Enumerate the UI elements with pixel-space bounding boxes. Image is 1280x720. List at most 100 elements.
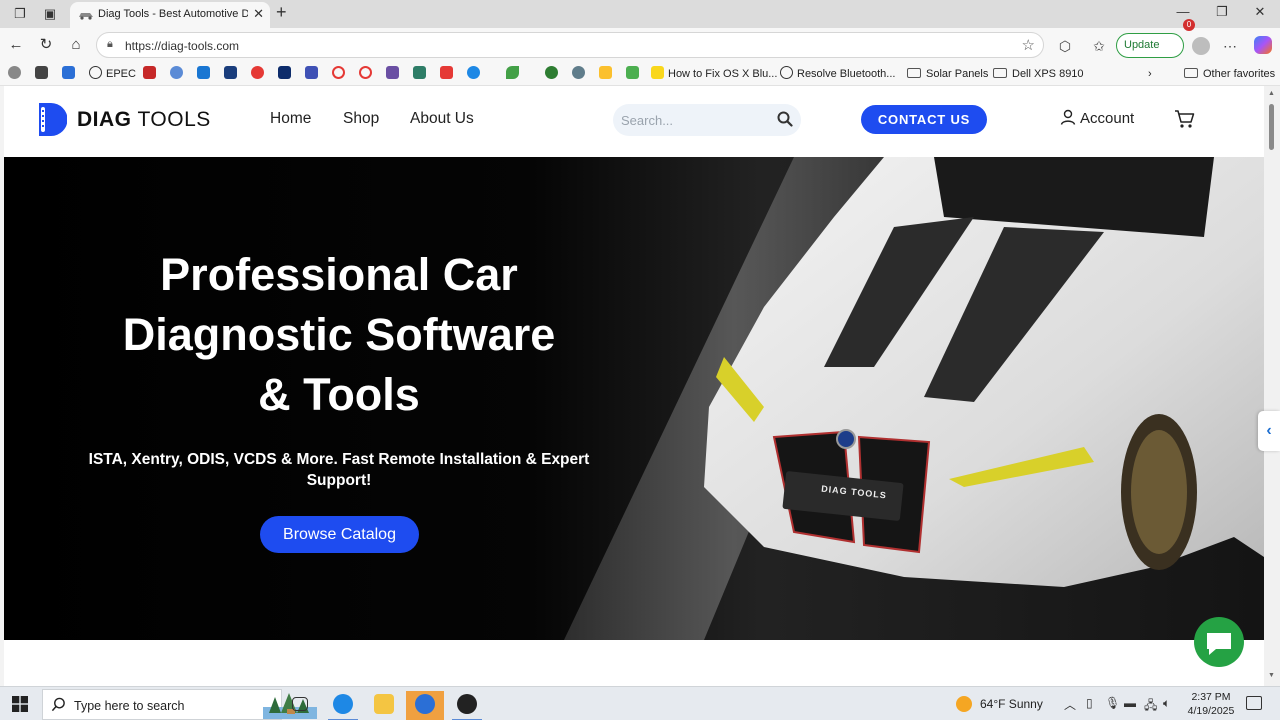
fav-apple[interactable] bbox=[8, 66, 25, 82]
fav-e[interactable] bbox=[440, 66, 457, 82]
fav-tool[interactable] bbox=[35, 66, 52, 82]
site-icon bbox=[224, 66, 237, 79]
minimize-icon[interactable]: — bbox=[1173, 4, 1193, 19]
hero-title-line-1: Professional Car bbox=[160, 249, 518, 300]
back-arrow-icon[interactable]: ← bbox=[6, 36, 26, 54]
cart-icon[interactable] bbox=[1174, 108, 1196, 130]
maximize-icon[interactable]: ❐ bbox=[1212, 4, 1232, 20]
browse-catalog-button[interactable]: Browse Catalog bbox=[260, 516, 419, 553]
fav-dell[interactable]: Dell XPS 8910 bbox=[993, 66, 1084, 82]
site-icon bbox=[599, 66, 612, 79]
site-icon bbox=[545, 66, 558, 79]
fav-drive[interactable] bbox=[62, 66, 79, 82]
logo-text[interactable]: DIAG TOOLS bbox=[77, 108, 211, 132]
search-input[interactable] bbox=[621, 111, 771, 129]
scroll-down-icon[interactable]: ▼ bbox=[1268, 672, 1275, 679]
fav-chrome[interactable] bbox=[251, 66, 268, 82]
microphone-icon[interactable]: 🎙︎ bbox=[1105, 696, 1120, 710]
folder-shape bbox=[374, 694, 394, 714]
system-clock[interactable]: 2:37 PM 4/19/2025 bbox=[1183, 690, 1239, 718]
taskbar-screen-recorder-icon[interactable] bbox=[406, 691, 444, 720]
volume-icon[interactable]: 🔈︎ bbox=[1163, 696, 1170, 711]
nav-home[interactable]: Home bbox=[270, 110, 311, 128]
tray-overflow-icon[interactable]: ︿ bbox=[1064, 696, 1076, 713]
triangle-icon bbox=[626, 66, 639, 79]
tray-device-icon[interactable]: ▯ bbox=[1086, 696, 1093, 710]
fav-bluetooth-label: Resolve Bluetooth... bbox=[797, 68, 896, 80]
fav-car[interactable] bbox=[386, 66, 403, 82]
nav-about-us[interactable]: About Us bbox=[410, 110, 474, 128]
fav-opera-2[interactable] bbox=[359, 66, 376, 82]
fav-edge[interactable] bbox=[467, 66, 484, 82]
fav-solar[interactable]: Solar Panels bbox=[907, 66, 988, 82]
fav-globe[interactable] bbox=[170, 66, 187, 82]
fav-box[interactable] bbox=[413, 66, 430, 82]
new-tab-icon[interactable]: + bbox=[276, 2, 287, 23]
home-icon[interactable]: ⌂ bbox=[66, 36, 86, 54]
page-scrollbar[interactable]: ▲ ▼ bbox=[1264, 86, 1280, 686]
fav-w2[interactable] bbox=[599, 66, 616, 82]
sun-icon bbox=[956, 696, 972, 712]
fav-osx[interactable]: How to Fix OS X Blu... bbox=[651, 66, 777, 82]
fav-gray[interactable] bbox=[572, 66, 589, 82]
weather-text: 64°F Sunny bbox=[980, 697, 1043, 711]
fav-other[interactable]: Other favorites bbox=[1184, 66, 1275, 82]
drive-icon bbox=[62, 66, 75, 79]
web-icon bbox=[170, 66, 183, 79]
favorite-star-icon[interactable]: ☆ bbox=[1022, 36, 1035, 54]
search-icon bbox=[51, 697, 65, 712]
task-view-icon[interactable] bbox=[281, 691, 319, 720]
account-link[interactable]: Account bbox=[1060, 109, 1134, 127]
favorites-overflow-icon[interactable]: › bbox=[1148, 66, 1152, 82]
fav-bluetooth[interactable]: Resolve Bluetooth... bbox=[780, 66, 895, 82]
close-tab-icon[interactable]: ✕ bbox=[253, 6, 264, 22]
taskbar-app-icon[interactable] bbox=[448, 691, 486, 720]
x-icon bbox=[143, 66, 156, 79]
more-menu-icon[interactable]: ⋯ bbox=[1221, 37, 1239, 55]
network-icon[interactable]: 🖧︎ bbox=[1144, 696, 1157, 717]
workspaces-icon[interactable]: ❐ bbox=[11, 5, 29, 23]
chat-button[interactable] bbox=[1194, 617, 1244, 667]
tab-actions-icon[interactable]: ▣ bbox=[41, 5, 59, 23]
notification-center-icon[interactable] bbox=[1246, 696, 1262, 710]
diag-tools-logo-icon[interactable] bbox=[35, 101, 67, 138]
nav-shop[interactable]: Shop bbox=[343, 110, 379, 128]
tool-icon bbox=[35, 66, 48, 79]
hero-subtitle: ISTA, Xentry, ODIS, VCDS & More. Fast Re… bbox=[88, 451, 590, 489]
update-button[interactable]: Update bbox=[1116, 33, 1184, 58]
extensions-icon[interactable]: ⬡ bbox=[1056, 37, 1074, 55]
close-window-icon[interactable]: ✕ bbox=[1250, 4, 1270, 20]
taskbar-edge-icon[interactable] bbox=[324, 691, 362, 720]
fav-va[interactable] bbox=[278, 66, 295, 82]
profile-avatar[interactable] bbox=[1192, 37, 1210, 55]
chat-icon bbox=[1207, 633, 1231, 655]
battery-icon[interactable]: ▬ bbox=[1124, 696, 1136, 710]
scroll-up-icon[interactable]: ▲ bbox=[1268, 90, 1275, 97]
fav-leaf[interactable] bbox=[506, 66, 523, 82]
fav-epec[interactable]: EPEC bbox=[89, 66, 136, 82]
browser-tab-active[interactable]: Diag Tools - Best Automotive Diagnostic … bbox=[70, 2, 270, 28]
search-icon[interactable] bbox=[777, 111, 793, 127]
url-field[interactable]: 🔒︎ https://diag-tools.com ☆ bbox=[96, 32, 1044, 58]
fav-triangle[interactable] bbox=[626, 66, 643, 82]
car-favicon-icon bbox=[79, 13, 93, 20]
weather-widget[interactable]: 64°F Sunny bbox=[956, 696, 1043, 712]
fav-green[interactable] bbox=[545, 66, 562, 82]
scroll-thumb[interactable] bbox=[1269, 104, 1274, 150]
hero-banner: Professional Car Diagnostic Software & T… bbox=[4, 157, 1264, 640]
fav-x[interactable] bbox=[143, 66, 160, 82]
contact-us-button[interactable]: CONTACT US bbox=[861, 105, 987, 134]
fav-card[interactable] bbox=[305, 66, 322, 82]
favorites-icon[interactable]: ✩ bbox=[1090, 37, 1108, 55]
taskbar-search[interactable]: Type here to search bbox=[42, 689, 317, 720]
windows-start-icon[interactable] bbox=[12, 696, 28, 712]
fav-w[interactable] bbox=[224, 66, 241, 82]
hero-title-line-2: Diagnostic Software bbox=[122, 309, 556, 360]
taskbar-file-explorer-icon[interactable] bbox=[365, 691, 403, 720]
app-shape bbox=[457, 694, 477, 714]
side-panel-toggle-icon[interactable]: ‹ bbox=[1258, 411, 1280, 451]
fav-star[interactable] bbox=[197, 66, 214, 82]
refresh-icon[interactable]: ↻ bbox=[36, 36, 56, 54]
fav-opera-1[interactable] bbox=[332, 66, 349, 82]
copilot-icon[interactable] bbox=[1254, 36, 1272, 54]
